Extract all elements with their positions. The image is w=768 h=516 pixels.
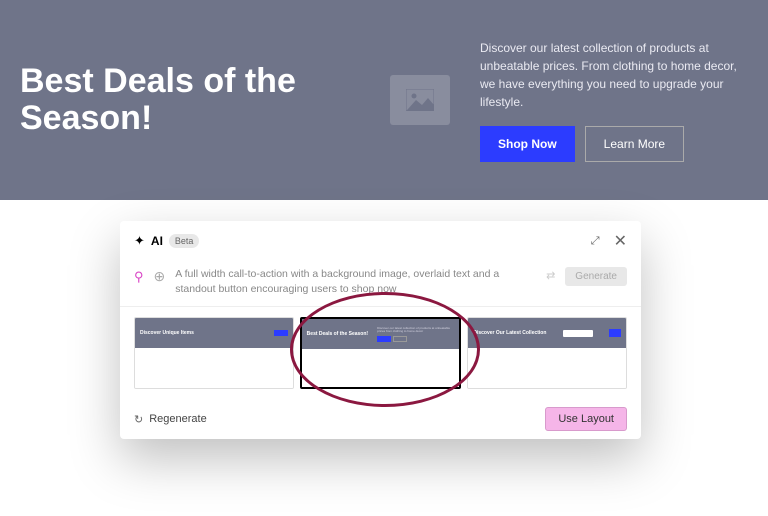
ai-modal: ✦ AI Beta ⤢ ✕ ⚲ ⊕ A full width call-to-a… <box>120 221 641 439</box>
thumb-button-icon <box>609 329 621 337</box>
beta-badge: Beta <box>169 234 200 248</box>
attach-icon[interactable]: ⚲ <box>134 269 144 285</box>
prompt-row: ⚲ ⊕ A full width call-to-action with a b… <box>120 261 641 307</box>
thumb-title: Best Deals of the Season! <box>307 332 373 338</box>
hero-left: Best Deals of the Season! <box>20 63 360 138</box>
thumb-input-icon <box>563 330 593 337</box>
add-icon[interactable]: ⊕ <box>154 268 166 285</box>
modal-header: ✦ AI Beta ⤢ ✕ <box>120 221 641 261</box>
image-icon <box>406 89 434 111</box>
layout-option-2[interactable]: Best Deals of the Season! Discover our l… <box>300 317 462 389</box>
hero-buttons: Shop Now Learn More <box>480 126 748 162</box>
shop-now-button[interactable]: Shop Now <box>480 126 575 162</box>
ai-label: AI <box>151 234 163 248</box>
hero-title: Best Deals of the Season! <box>20 63 360 138</box>
collapse-icon[interactable]: ⤢ <box>591 235 600 248</box>
thumb-button-icon <box>393 336 407 342</box>
image-placeholder <box>390 75 450 125</box>
modal-footer: ↻ Regenerate Use Layout <box>120 399 641 439</box>
shuffle-icon[interactable]: ⇄ <box>546 269 555 282</box>
thumb-text-icon: Discover our latest collection of produc… <box>377 327 454 334</box>
close-icon[interactable]: ✕ <box>614 231 627 251</box>
layout-option-3[interactable]: Discover Our Latest Collection <box>467 317 627 389</box>
thumb-title: Discover Our Latest Collection <box>473 331 547 337</box>
layout-option-1[interactable]: Discover Unique Items <box>134 317 294 389</box>
thumb-button-icon <box>377 336 391 342</box>
use-layout-button[interactable]: Use Layout <box>545 407 627 431</box>
prompt-input[interactable]: A full width call-to-action with a backg… <box>175 267 536 296</box>
regenerate-icon[interactable]: ↻ <box>134 413 143 426</box>
regenerate-button[interactable]: Regenerate <box>149 413 207 425</box>
hero-right: Discover our latest collection of produc… <box>480 39 748 162</box>
learn-more-button[interactable]: Learn More <box>585 126 684 162</box>
hero-description: Discover our latest collection of produc… <box>480 39 748 111</box>
hero-section: Best Deals of the Season! Discover our l… <box>0 0 768 200</box>
thumb-title: Discover Unique Items <box>140 331 194 337</box>
thumb-button-icon <box>274 330 288 336</box>
generate-button[interactable]: Generate <box>565 267 627 286</box>
sparkle-icon: ✦ <box>134 233 145 249</box>
layout-thumbnails: Discover Unique Items Best Deals of the … <box>120 307 641 399</box>
